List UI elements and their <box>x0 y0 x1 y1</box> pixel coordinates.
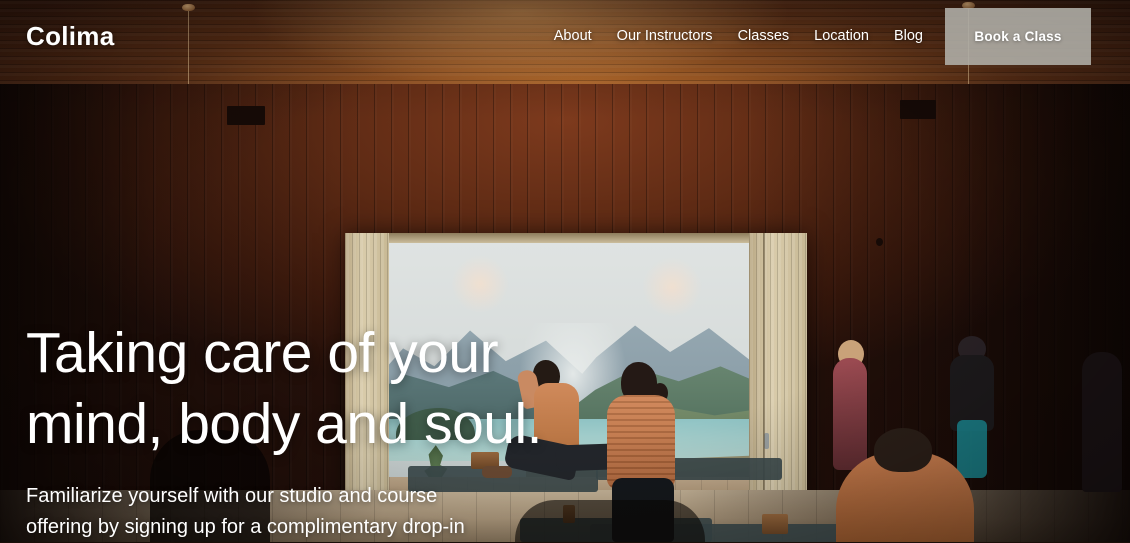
hero-subcopy-line-2: offering by signing up for a complimenta… <box>26 516 465 539</box>
participant-teal-leggings <box>957 420 987 478</box>
nav-link-classes[interactable]: Classes <box>738 28 790 44</box>
lens-flare-left <box>450 253 511 314</box>
hero-headline-line-2: mind, body and soul. <box>26 391 543 456</box>
hero-headline-line-1: Taking care of your <box>26 321 499 385</box>
wall-switch <box>876 238 883 246</box>
main-navigation: About Our Instructors Classes Location B… <box>554 28 923 44</box>
nav-link-blog[interactable]: Blog <box>894 28 923 44</box>
participant-far-right <box>1082 352 1122 492</box>
lens-flare-right <box>641 256 703 319</box>
hero-subcopy-line-1: Familiarize yourself with our studio and… <box>26 485 438 508</box>
hero-subcopy: Familiarize yourself with our studio and… <box>26 481 556 543</box>
foreground-figure-head <box>874 428 932 472</box>
door-handle[interactable] <box>764 433 769 449</box>
nav-link-our-instructors[interactable]: Our Instructors <box>617 28 713 44</box>
hero-copy: Taking care of your mind, body and soul.… <box>26 318 666 543</box>
wall-vent-right <box>900 100 936 119</box>
site-logo[interactable]: Colima <box>26 21 114 52</box>
book-a-class-button[interactable]: Book a Class <box>945 7 1091 65</box>
nav-link-about[interactable]: About <box>554 28 592 44</box>
participant-pink-top <box>833 358 867 470</box>
hero-headline: Taking care of your mind, body and soul. <box>26 318 666 459</box>
site-header: Colima About Our Instructors Classes Loc… <box>0 0 1130 72</box>
nav-link-location[interactable]: Location <box>814 28 869 44</box>
cork-block-right <box>762 514 788 534</box>
window-head-jamb <box>345 233 807 243</box>
wall-vent-left <box>227 106 265 125</box>
